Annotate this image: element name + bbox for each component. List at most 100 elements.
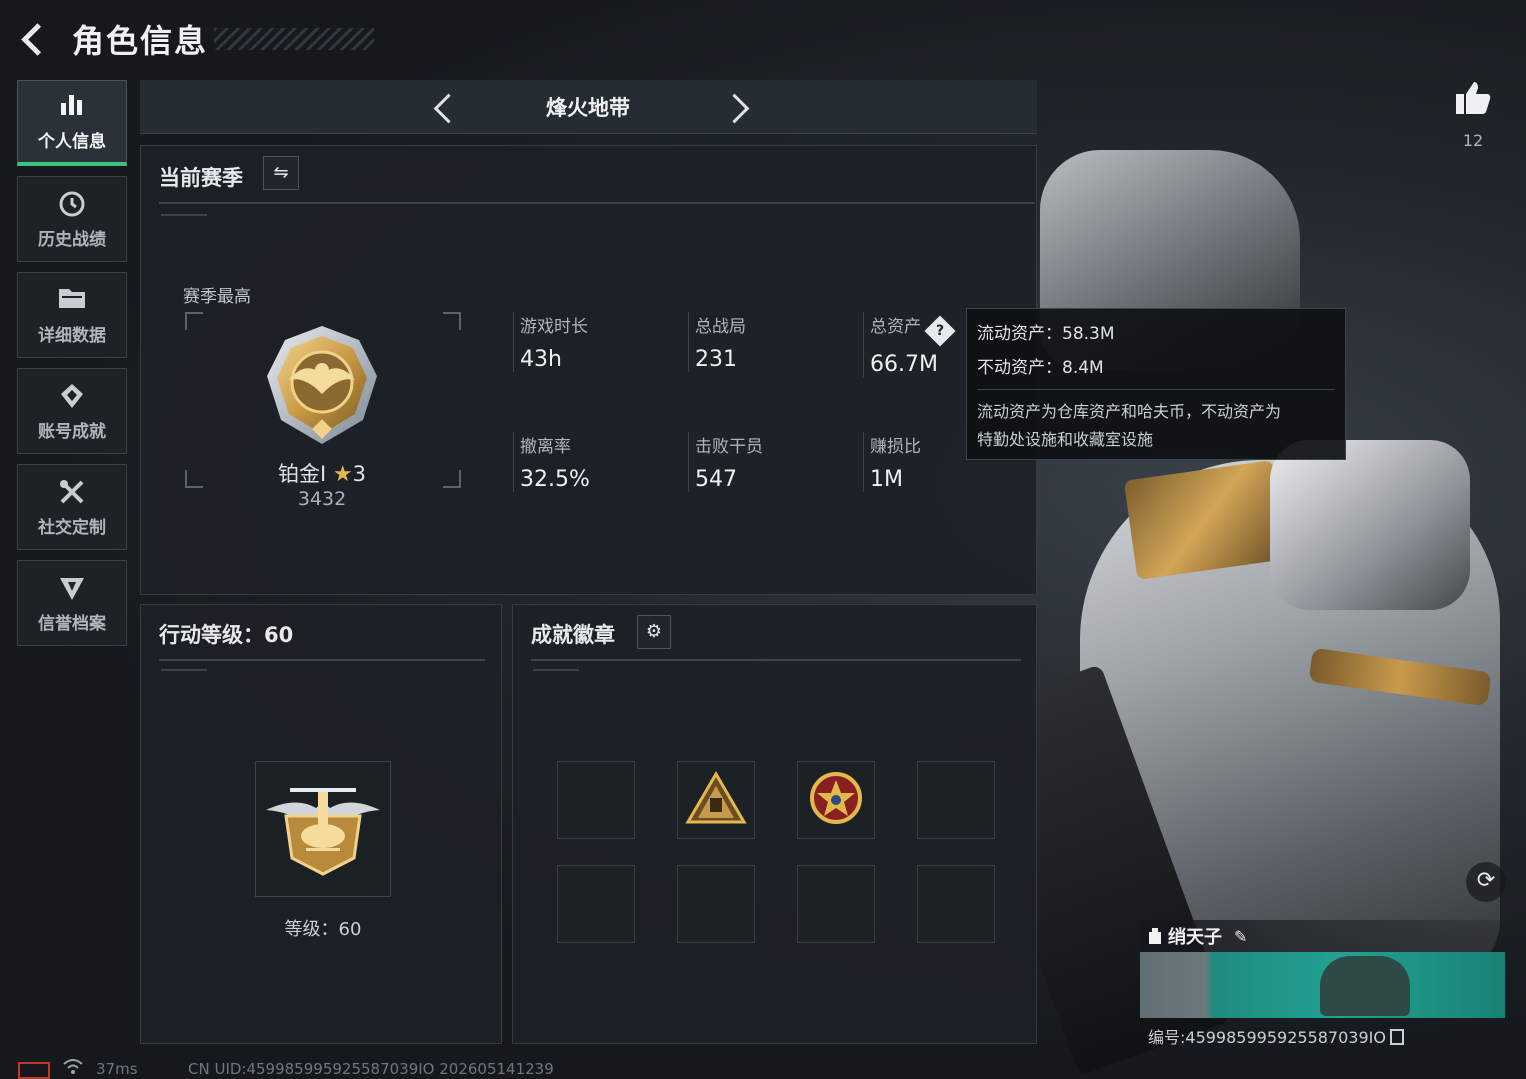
player-name: 绡天子 bbox=[1168, 927, 1222, 948]
tools-icon bbox=[57, 477, 87, 509]
character-gold-armor bbox=[1123, 460, 1287, 580]
stat-extraction-rate: 撤离率 32.5% bbox=[513, 432, 673, 492]
rank-stars: 3 bbox=[352, 462, 366, 486]
mode-title: 烽火地带 bbox=[546, 96, 630, 120]
season-panel: 当前赛季 ⇋ 赛季最高 铂金Ⅰ ★3 3432 游戏时长 43h 总战局 231… bbox=[140, 145, 1037, 595]
sidebar-item-detailed-data[interactable]: 详细数据 bbox=[17, 272, 127, 358]
player-name-bar: 绡天子 ✎ bbox=[1140, 920, 1505, 952]
copy-icon[interactable] bbox=[1389, 1029, 1404, 1045]
achievement-badges-panel: 成就徽章 ⚙ bbox=[512, 604, 1037, 1044]
rank-score: 3432 bbox=[297, 488, 347, 510]
rank-tier: 铂金Ⅰ bbox=[278, 462, 327, 486]
folder-icon bbox=[57, 285, 87, 317]
tooltip-note-line-1: 流动资产为仓库资产和哈夫币，不动资产为 bbox=[977, 402, 1282, 421]
badge-slot[interactable] bbox=[917, 761, 995, 839]
shield-icon bbox=[57, 573, 87, 605]
sidebar-item-label: 详细数据 bbox=[38, 325, 106, 346]
card-id: 编号:459985995925587039IO bbox=[1148, 1024, 1404, 1048]
sidebar-item-label: 个人信息 bbox=[38, 132, 106, 152]
sidebar-item-label: 信誉档案 bbox=[38, 613, 106, 634]
stat-value: 43h bbox=[520, 347, 562, 372]
ping-text: 37ms bbox=[96, 1060, 138, 1078]
edit-pencil-icon[interactable]: ✎ bbox=[1234, 927, 1247, 946]
rank-name: 铂金Ⅰ ★3 bbox=[231, 458, 413, 488]
fixed-assets: 不动资产：8.4M bbox=[977, 358, 1104, 378]
season-title: 当前赛季 bbox=[159, 166, 243, 190]
divider-dash bbox=[533, 669, 579, 671]
badge-slot[interactable] bbox=[557, 761, 635, 839]
card-figure bbox=[1320, 956, 1410, 1016]
season-best-label: 赛季最高 bbox=[183, 287, 251, 307]
like-button[interactable]: 12 bbox=[1448, 80, 1498, 150]
status-footer: 37ms CN UID:459985995925587039IO 2026051… bbox=[18, 1058, 718, 1079]
stat-total-matches: 总战局 231 bbox=[688, 312, 848, 372]
like-count: 12 bbox=[1462, 131, 1484, 150]
badge-slot[interactable] bbox=[557, 865, 635, 943]
achievement-icon bbox=[57, 381, 87, 413]
divider bbox=[977, 389, 1335, 390]
title-decoration bbox=[214, 28, 375, 50]
player-card-banner[interactable] bbox=[1140, 952, 1505, 1018]
action-level-title: 行动等级：60 bbox=[159, 623, 294, 647]
level-label: 等级：60 bbox=[284, 919, 362, 940]
page-title: 角色信息 bbox=[72, 22, 209, 60]
character-shoulder bbox=[1270, 440, 1470, 610]
sidebar-item-label: 账号成就 bbox=[38, 421, 106, 442]
swap-season-button[interactable]: ⇋ bbox=[263, 156, 299, 190]
chevron-right-icon[interactable] bbox=[722, 92, 752, 122]
sidebar-item-label: 社交定制 bbox=[38, 517, 106, 538]
tooltip-note-line-2: 特勤处设施和收藏室设施 bbox=[977, 430, 1154, 449]
divider bbox=[159, 202, 1035, 204]
help-icon[interactable]: ? bbox=[924, 315, 956, 347]
star-icon: ★ bbox=[332, 462, 353, 487]
gear-icon[interactable]: ⚙ bbox=[637, 615, 671, 649]
sidebar-item-reputation[interactable]: 信誉档案 bbox=[17, 560, 127, 646]
thumbs-up-icon bbox=[1448, 80, 1498, 125]
badge-slot[interactable] bbox=[677, 865, 755, 943]
stat-play-time: 游戏时长 43h bbox=[513, 312, 673, 372]
card-id-text: 编号:459985995925587039IO bbox=[1148, 1028, 1386, 1047]
level-emblem-frame[interactable] bbox=[255, 761, 391, 897]
divider bbox=[531, 659, 1021, 661]
sidebar-item-social[interactable]: 社交定制 bbox=[17, 464, 127, 550]
divider-dash bbox=[161, 669, 207, 671]
wifi-icon bbox=[62, 1058, 84, 1078]
stat-value: 231 bbox=[695, 347, 737, 372]
stat-operators-defeated: 击败干员 547 bbox=[688, 432, 848, 492]
helicopter-emblem-icon bbox=[266, 788, 380, 876]
badge-slot[interactable] bbox=[917, 865, 995, 943]
platinum-rank-emblem-icon bbox=[267, 326, 377, 444]
bar-chart-icon bbox=[58, 91, 86, 123]
refresh-icon[interactable]: ⟳ bbox=[1466, 862, 1506, 902]
liquid-assets: 流动资产：58.3M bbox=[977, 324, 1115, 344]
player-tag-icon bbox=[1149, 928, 1161, 944]
sidebar-item-personal-info[interactable]: 个人信息 bbox=[17, 80, 127, 166]
battery-icon bbox=[18, 1062, 50, 1079]
star-medal-badge-icon bbox=[810, 772, 862, 824]
badge-slot[interactable] bbox=[797, 865, 875, 943]
stat-label: 撤离率 bbox=[520, 437, 571, 457]
stat-label: 总战局 bbox=[695, 317, 746, 337]
stat-label: 游戏时长 bbox=[520, 317, 588, 337]
divider-dash bbox=[161, 214, 207, 216]
stat-value: 32.5% bbox=[520, 467, 590, 492]
stat-value: 1M bbox=[870, 467, 903, 492]
uid-text: CN UID:459985995925587039IO 202605141239 bbox=[188, 1060, 554, 1078]
history-icon bbox=[57, 189, 87, 221]
stat-value: 547 bbox=[695, 467, 737, 492]
stat-label-text: 总资产 bbox=[870, 317, 921, 337]
back-arrow-icon[interactable] bbox=[18, 21, 54, 57]
assets-tooltip: 流动资产：58.3M 不动资产：8.4M 流动资产为仓库资产和哈夫币，不动资产为… bbox=[966, 308, 1346, 460]
sidebar-item-history[interactable]: 历史战绩 bbox=[17, 176, 127, 262]
page-header: 角色信息 bbox=[18, 14, 375, 64]
divider bbox=[159, 659, 485, 661]
mode-selector: 烽火地带 bbox=[140, 80, 1037, 134]
triangle-badge-icon bbox=[685, 771, 747, 824]
chevron-left-icon[interactable] bbox=[428, 92, 458, 122]
badge-slot[interactable] bbox=[797, 761, 875, 839]
badge-slot[interactable] bbox=[677, 761, 755, 839]
sidebar-item-label: 历史战绩 bbox=[38, 229, 106, 250]
sidebar-item-achievements[interactable]: 账号成就 bbox=[17, 368, 127, 454]
badges-title: 成就徽章 bbox=[531, 623, 615, 647]
action-level-panel: 行动等级：60 等级：60 bbox=[140, 604, 502, 1044]
